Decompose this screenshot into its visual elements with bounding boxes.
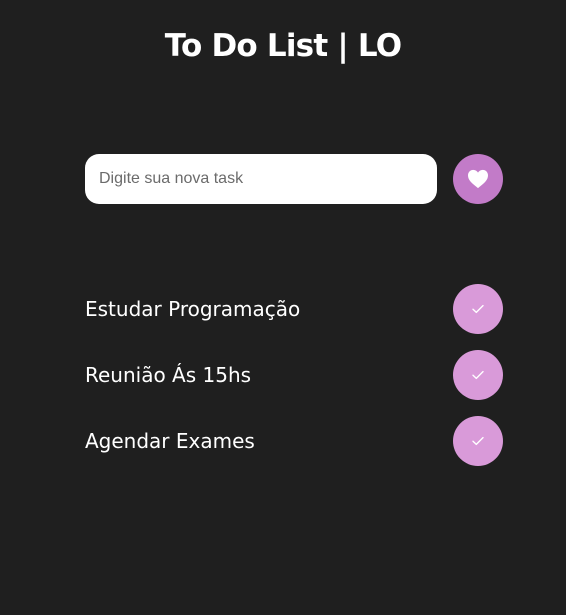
page-title: To Do List | LO [164, 28, 402, 64]
check-icon [472, 370, 484, 380]
add-task-button[interactable] [453, 154, 503, 204]
todo-app: To Do List | LO Estudar Programação Reun… [0, 0, 566, 615]
task-text: Reunião Ás 15hs [85, 363, 252, 387]
task-item: Reunião Ás 15hs [85, 350, 503, 400]
check-icon [472, 436, 484, 446]
task-text: Estudar Programação [85, 297, 301, 321]
complete-task-button[interactable] [453, 416, 503, 466]
complete-task-button[interactable] [453, 284, 503, 334]
task-list: Estudar Programação Reunião Ás 15hs Agen… [85, 284, 503, 482]
task-text: Agendar Exames [85, 429, 255, 453]
task-item: Agendar Exames [85, 416, 503, 466]
task-item: Estudar Programação [85, 284, 503, 334]
heart-icon [467, 169, 489, 189]
complete-task-button[interactable] [453, 350, 503, 400]
check-icon [472, 304, 484, 314]
new-task-input[interactable] [85, 154, 437, 204]
